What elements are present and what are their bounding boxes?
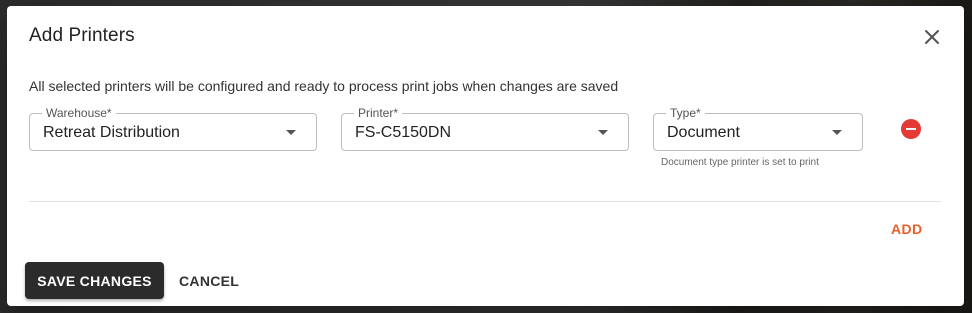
chevron-down-icon [832,130,842,135]
dialog-description: All selected printers will be configured… [29,78,619,94]
add-printers-dialog: Add Printers All selected printers will … [7,6,964,306]
type-helper-text: Document type printer is set to print [661,157,819,168]
type-select[interactable]: Type* Document [653,106,863,151]
printer-value: FS-C5150DN [355,124,452,141]
type-label: Type* [666,106,705,120]
warehouse-label: Warehouse* [42,106,116,120]
chevron-down-icon [598,130,608,135]
warehouse-value: Retreat Distribution [43,124,180,141]
dialog-title: Add Printers [29,25,135,46]
cancel-button[interactable]: CANCEL [175,262,243,299]
chevron-down-icon [286,130,296,135]
close-icon[interactable] [921,26,943,48]
remove-circle-icon[interactable] [901,119,921,139]
save-changes-button[interactable]: SAVE CHANGES [25,262,164,299]
divider [29,201,941,202]
warehouse-select[interactable]: Warehouse* Retreat Distribution [29,106,317,151]
type-value: Document [667,124,740,141]
printer-label: Printer* [354,106,403,120]
printer-select[interactable]: Printer* FS-C5150DN [341,106,629,151]
add-button[interactable]: ADD [887,219,927,239]
